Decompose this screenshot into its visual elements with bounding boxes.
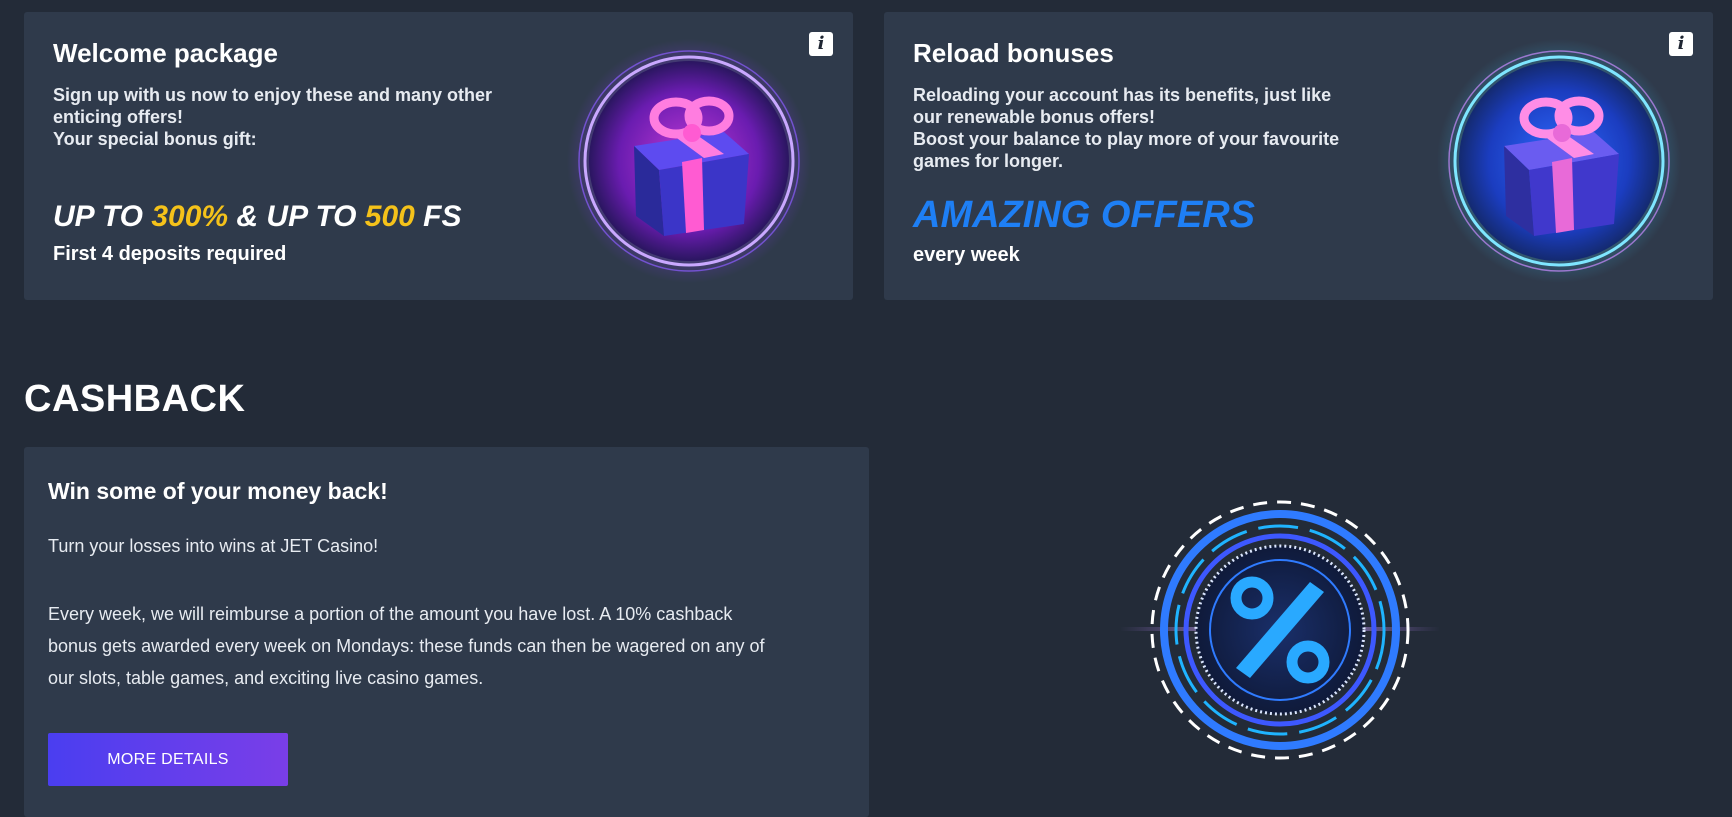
cashback-description: Every week, we will reimburse a portion … — [48, 604, 765, 688]
reload-title: Reload bonuses — [913, 38, 1114, 68]
reload-frequency: every week — [913, 244, 1020, 266]
more-details-button[interactable]: MORE DETAILS — [48, 733, 288, 786]
reload-highlight: AMAZING OFFERS — [913, 194, 1255, 236]
welcome-description: Sign up with us now to enjoy these and m… — [53, 85, 493, 149]
gift-icon — [1437, 39, 1681, 283]
reload-bonuses-card: i Reload bonuses Reloading your account … — [884, 12, 1713, 300]
welcome-title: Welcome package — [53, 38, 278, 68]
percent-icon — [1120, 500, 1440, 760]
cashback-card: Win some of your money back! Turn your l… — [24, 447, 869, 817]
cashback-intro: Turn your losses into wins at JET Casino… — [48, 536, 379, 556]
welcome-promo: UP TO 300% & UP TO 500 FS — [53, 200, 462, 233]
cashback-title: Win some of your money back! — [48, 478, 388, 504]
gift-icon — [567, 39, 811, 283]
cashback-heading: CASHBACK — [24, 378, 246, 420]
welcome-package-card: i Welcome package Sign up with us now to… — [24, 12, 853, 300]
reload-description: Reloading your account has its benefits,… — [913, 85, 1340, 171]
welcome-requirement: First 4 deposits required — [53, 243, 287, 265]
